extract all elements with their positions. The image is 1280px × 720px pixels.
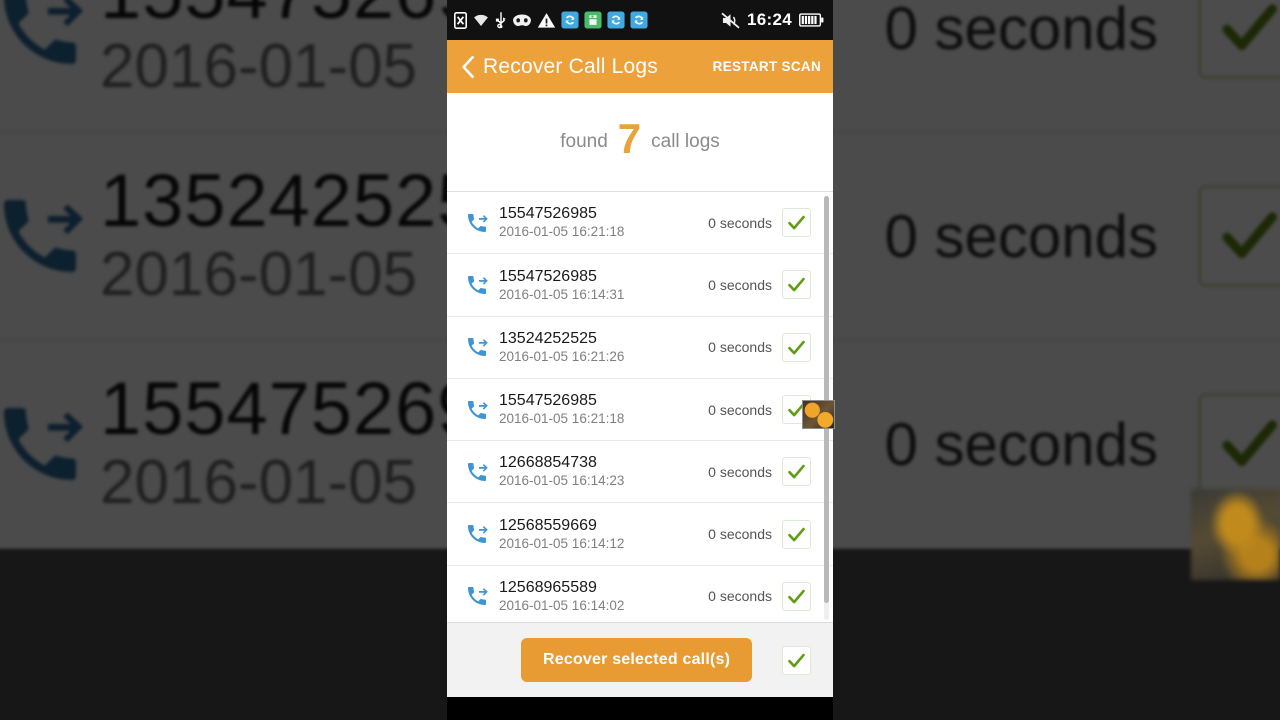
found-banner: found 7 call logs [447,93,833,192]
background-row-checkbox [1198,185,1280,287]
select-all-checkbox[interactable] [782,645,811,675]
sync-blue-icon [561,11,579,29]
background-row-duration: 0 seconds [884,202,1158,270]
call-log-duration: 0 seconds [708,339,772,356]
chevron-left-icon [462,55,474,78]
phone-screen: 16:24 Recover Call Logs RESTART SCAN fou… [447,0,833,720]
mute-icon [721,12,740,29]
usb-icon [495,12,506,29]
call-log-timestamp: 2016-01-05 16:14:12 [499,535,625,551]
call-log-timestamp: 2016-01-05 16:21:18 [499,224,625,240]
call-log-texts: 15547526985 2016-01-05 16:14:31 [495,267,708,304]
screenshot-stage: 15547526985 2016-01-05 0 seconds [0,0,1280,720]
call-log-list[interactable]: 15547526985 2016-01-05 16:21:18 0 seconds 1… [447,192,833,622]
background-row-duration: 0 seconds [884,410,1158,478]
table-row[interactable]: 15547526985 2016-01-05 16:21:18 0 seconds [447,378,833,442]
outgoing-call-icon [0,188,100,284]
call-log-timestamp: 2016-01-05 16:14:23 [499,473,625,489]
call-log-duration: 0 seconds [708,588,772,605]
found-count: 7 [617,115,642,162]
outgoing-call-icon [0,0,100,76]
status-bar-clock: 16:24 [747,10,792,29]
call-log-duration: 0 seconds [708,401,772,418]
call-log-checkbox[interactable] [782,208,811,238]
table-row[interactable]: 15547526985 2016-01-05 16:21:18 0 seconds [447,192,833,255]
call-log-number: 13524252525 [499,329,597,347]
background-row-checkbox [1198,393,1280,495]
battery-icon [799,13,824,27]
call-log-texts: 12668854738 2016-01-05 16:14:23 [495,453,708,490]
sync-blue-icon-3 [630,11,648,29]
call-log-duration: 0 seconds [708,214,772,231]
sync-green-icon [584,11,602,29]
check-icon [788,653,805,667]
call-log-checkbox[interactable] [782,581,811,611]
call-log-number: 12568965589 [499,578,597,596]
outgoing-call-icon [459,398,495,422]
status-bar: 16:24 [447,0,833,40]
outgoing-call-icon [459,273,495,297]
background-row-checkbox [1198,0,1280,79]
found-prefix-label: found [560,131,608,152]
outgoing-call-icon [459,335,495,359]
status-bar-left-icons [454,11,648,29]
call-log-texts: 15547526985 2016-01-05 16:21:18 [495,391,708,428]
call-log-timestamp: 2016-01-05 16:21:26 [499,348,625,364]
outgoing-call-icon [459,460,495,484]
call-log-checkbox[interactable] [782,270,811,300]
sync-blue-icon-2 [607,11,625,29]
restart-scan-button[interactable]: RESTART SCAN [713,59,821,74]
sim-card-off-icon [454,11,467,29]
outgoing-call-icon [459,522,495,546]
call-log-checkbox[interactable] [782,332,811,362]
call-log-duration: 0 seconds [708,526,772,543]
call-log-duration: 0 seconds [708,276,772,293]
call-log-checkbox[interactable] [782,519,811,549]
wifi-icon [474,14,488,26]
call-log-texts: 12568559669 2016-01-05 16:14:12 [495,516,708,553]
outgoing-call-icon [459,584,495,608]
thumbnail-overlay-large [1191,489,1280,580]
found-suffix-label: call logs [651,131,720,152]
recover-selected-calls-button[interactable]: Recover selected call(s) [521,638,753,682]
table-row[interactable]: 12568559669 2016-01-05 16:14:12 0 seconds [447,503,833,566]
outgoing-call-icon [459,211,495,235]
mask-icon [513,14,531,26]
call-log-timestamp: 2016-01-05 16:21:18 [499,411,625,427]
warning-triangle-icon [537,12,556,28]
bottom-action-bar: Recover selected call(s) [447,622,833,697]
table-row[interactable]: 13524252525 2016-01-05 16:21:26 0 seconds [447,316,833,379]
outgoing-call-icon [0,396,100,492]
status-bar-right-icons: 16:24 [721,10,826,30]
call-log-list-container: 15547526985 2016-01-05 16:21:18 0 seconds 1… [447,192,833,622]
thumbnail-overlay-small [802,400,835,429]
table-row[interactable]: 15547526985 2016-01-05 16:14:31 0 seconds [447,254,833,317]
navigation-band [447,697,833,720]
call-log-number: 15547526985 [499,392,597,410]
call-log-texts: 13524252525 2016-01-05 16:21:26 [495,329,708,366]
call-log-texts: 12568965589 2016-01-05 16:14:02 [495,578,708,615]
back-button[interactable] [457,52,479,82]
background-row-duration: 0 seconds [884,0,1158,62]
call-log-texts: 15547526985 2016-01-05 16:21:18 [495,204,708,241]
call-log-number: 12668854738 [499,454,597,472]
call-log-timestamp: 2016-01-05 16:14:02 [499,597,625,613]
call-log-checkbox[interactable] [782,457,811,487]
table-row[interactable]: 12668854738 2016-01-05 16:14:23 0 seconds [447,441,833,504]
call-log-number: 12568559669 [499,516,597,534]
table-row[interactable]: 12568965589 2016-01-05 16:14:02 0 seconds [447,565,833,622]
call-log-timestamp: 2016-01-05 16:14:31 [499,286,625,302]
call-log-number: 15547526985 [499,205,597,223]
call-log-number: 15547526985 [499,267,597,285]
app-bar: Recover Call Logs RESTART SCAN [447,40,833,93]
page-title: Recover Call Logs [483,54,658,78]
call-log-duration: 0 seconds [708,463,772,480]
